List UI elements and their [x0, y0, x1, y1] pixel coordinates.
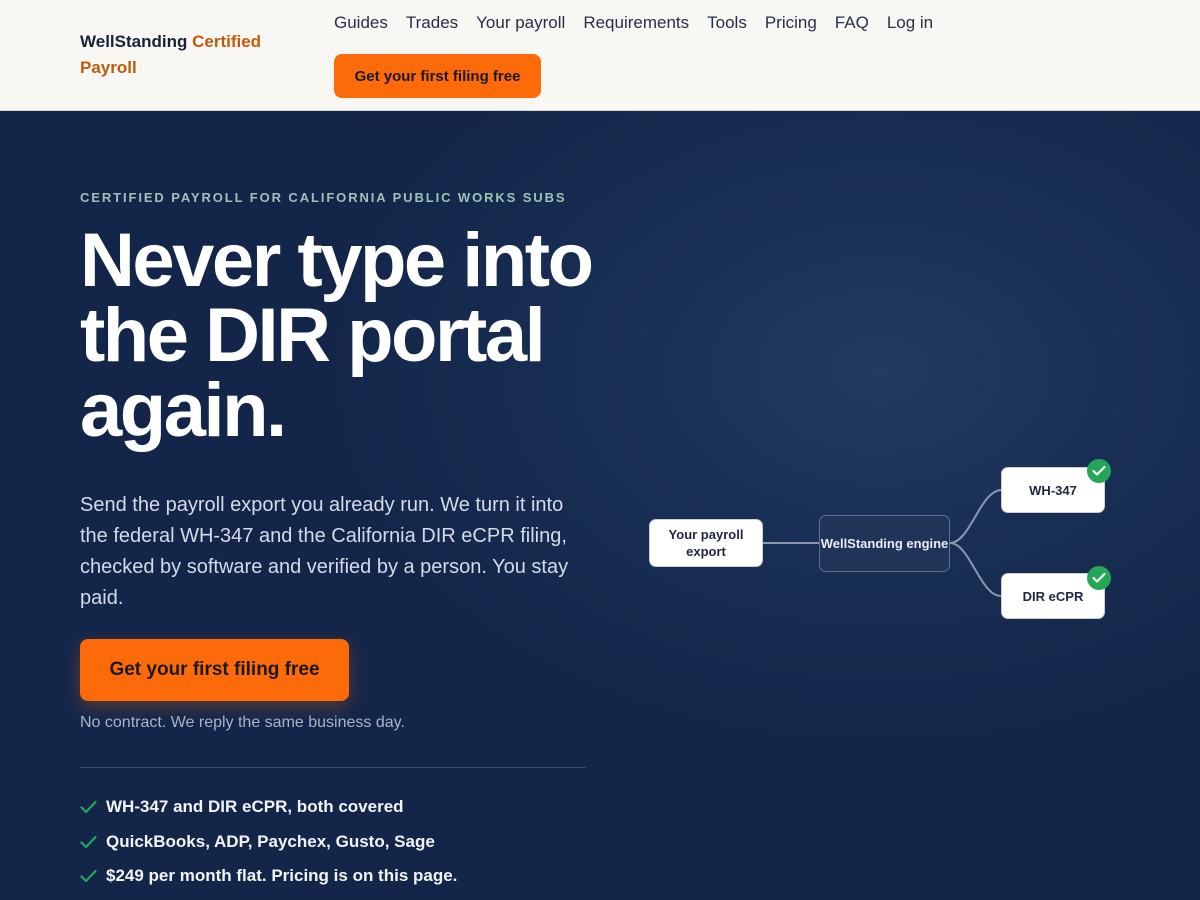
check-icon — [80, 870, 97, 883]
nav-link-trades[interactable]: Trades — [406, 12, 458, 34]
nav-link-log-in[interactable]: Log in — [887, 12, 933, 34]
site-header: WellStanding Certified Payroll Guides Tr… — [0, 0, 1200, 111]
logo[interactable]: WellStanding Certified Payroll — [80, 29, 300, 81]
nav-link-your-payroll[interactable]: Your payroll — [476, 12, 565, 34]
hero-note: No contract. We reply the same business … — [80, 714, 405, 731]
feature-label: $249 per month flat. Pricing is on this … — [106, 866, 458, 886]
engine-node: WellStanding engine — [819, 515, 950, 572]
header-cta-button[interactable]: Get your first filing free — [334, 54, 541, 98]
feature-label: WH-347 and DIR eCPR, both covered — [106, 797, 404, 817]
nav-link-requirements[interactable]: Requirements — [583, 12, 689, 34]
check-icon — [80, 801, 97, 814]
hero-cta-button[interactable]: Get your first filing free — [80, 639, 349, 701]
feature-item: $249 per month flat. Pricing is on this … — [80, 859, 457, 894]
nav-link-guides[interactable]: Guides — [334, 12, 388, 34]
feature-label: QuickBooks, ADP, Paychex, Gusto, Sage — [106, 831, 435, 851]
check-circle-icon — [1087, 459, 1111, 483]
logo-main: WellStanding — [80, 32, 188, 51]
output-node-label: WH-347 — [1029, 482, 1077, 498]
check-icon — [80, 835, 97, 848]
divider — [80, 767, 586, 768]
source-node: Your payroll export — [649, 519, 763, 567]
nav-link-pricing[interactable]: Pricing — [765, 12, 817, 34]
nav-link-tools[interactable]: Tools — [707, 12, 747, 34]
check-circle-icon — [1087, 566, 1111, 590]
hero-headline: Never type into the DIR portal again. — [80, 218, 594, 453]
flow-diagram: Your payroll export WellStanding engine … — [630, 451, 1130, 631]
main-nav: Guides Trades Your payroll Requirements … — [334, 12, 933, 34]
engine-node-label: WellStanding engine — [820, 536, 949, 551]
feature-item: QuickBooks, ADP, Paychex, Gusto, Sage — [80, 825, 457, 860]
hero-subcopy: Send the payroll export you already run.… — [80, 494, 569, 609]
source-node-label: Your payroll export — [668, 527, 744, 559]
output-node-label: DIR eCPR — [1022, 588, 1084, 604]
hero-eyebrow: CERTIFIED PAYROLL FOR CALIFORNIA PUBLIC … — [80, 190, 567, 205]
feature-list: WH-347 and DIR eCPR, both covered QuickB… — [80, 790, 457, 894]
feature-item: WH-347 and DIR eCPR, both covered — [80, 790, 457, 825]
nav-link-faq[interactable]: FAQ — [835, 12, 869, 34]
